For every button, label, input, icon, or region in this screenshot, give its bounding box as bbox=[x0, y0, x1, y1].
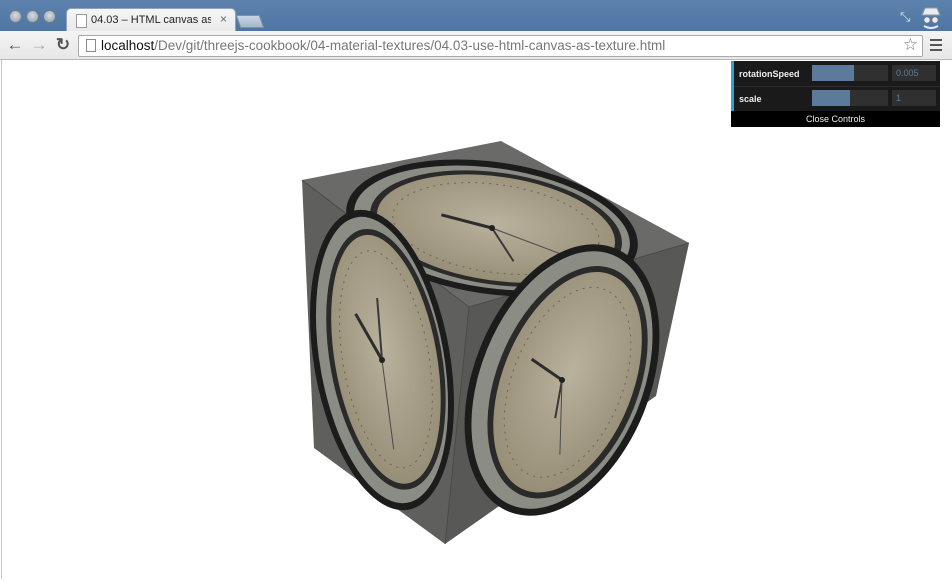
gui-label: scale bbox=[739, 94, 762, 104]
close-controls-button[interactable]: Close Controls bbox=[731, 111, 940, 127]
rotation-speed-input[interactable]: 0.005 bbox=[892, 65, 936, 81]
url-text[interactable]: localhost/Dev/git/threejs-cookbook/04-ma… bbox=[101, 38, 665, 53]
address-bar[interactable]: localhost/Dev/git/threejs-cookbook/04-ma… bbox=[78, 35, 923, 57]
page-icon bbox=[76, 14, 87, 28]
webgl-canvas[interactable] bbox=[1, 60, 952, 579]
scale-input[interactable]: 1 bbox=[892, 90, 936, 106]
forward-arrow-icon[interactable]: → bbox=[29, 35, 49, 55]
back-arrow-icon[interactable]: ← bbox=[5, 35, 25, 55]
gui-row-rotation-speed: rotationSpeed 0.005 bbox=[731, 61, 940, 87]
close-window-icon[interactable] bbox=[9, 10, 22, 23]
url-host: localhost bbox=[101, 38, 155, 53]
browser-toolbar: ← → ↻ localhost/Dev/git/threejs-cookbook… bbox=[0, 31, 952, 60]
scale-slider[interactable] bbox=[812, 90, 888, 106]
textured-cube bbox=[301, 141, 690, 545]
tab-title: 04.03 – HTML canvas as te bbox=[91, 14, 211, 26]
dat-gui-panel: rotationSpeed 0.005 scale 1 Close Contro… bbox=[731, 61, 940, 127]
rotation-speed-slider[interactable] bbox=[812, 65, 888, 81]
minimize-window-icon[interactable] bbox=[26, 10, 39, 23]
hamburger-menu-icon[interactable] bbox=[930, 39, 942, 52]
slider-fill bbox=[812, 65, 854, 81]
reload-icon[interactable]: ↻ bbox=[53, 35, 73, 55]
restore-icon[interactable]: ⤡ bbox=[900, 9, 910, 25]
url-path: /Dev/git/threejs-cookbook/04-material-te… bbox=[154, 38, 666, 53]
gui-label: rotationSpeed bbox=[739, 69, 800, 79]
slider-fill bbox=[812, 90, 850, 106]
tab-close-icon[interactable]: × bbox=[220, 12, 227, 26]
new-tab-button[interactable] bbox=[235, 15, 265, 28]
browser-tab[interactable]: 04.03 – HTML canvas as te × bbox=[66, 8, 236, 32]
zoom-window-icon[interactable] bbox=[43, 10, 56, 23]
incognito-icon bbox=[921, 7, 941, 29]
window-titlebar: 04.03 – HTML canvas as te × ⤡ bbox=[0, 0, 952, 32]
gui-row-scale: scale 1 bbox=[731, 86, 940, 112]
page-icon bbox=[86, 39, 96, 52]
star-icon[interactable]: ☆ bbox=[903, 35, 918, 55]
